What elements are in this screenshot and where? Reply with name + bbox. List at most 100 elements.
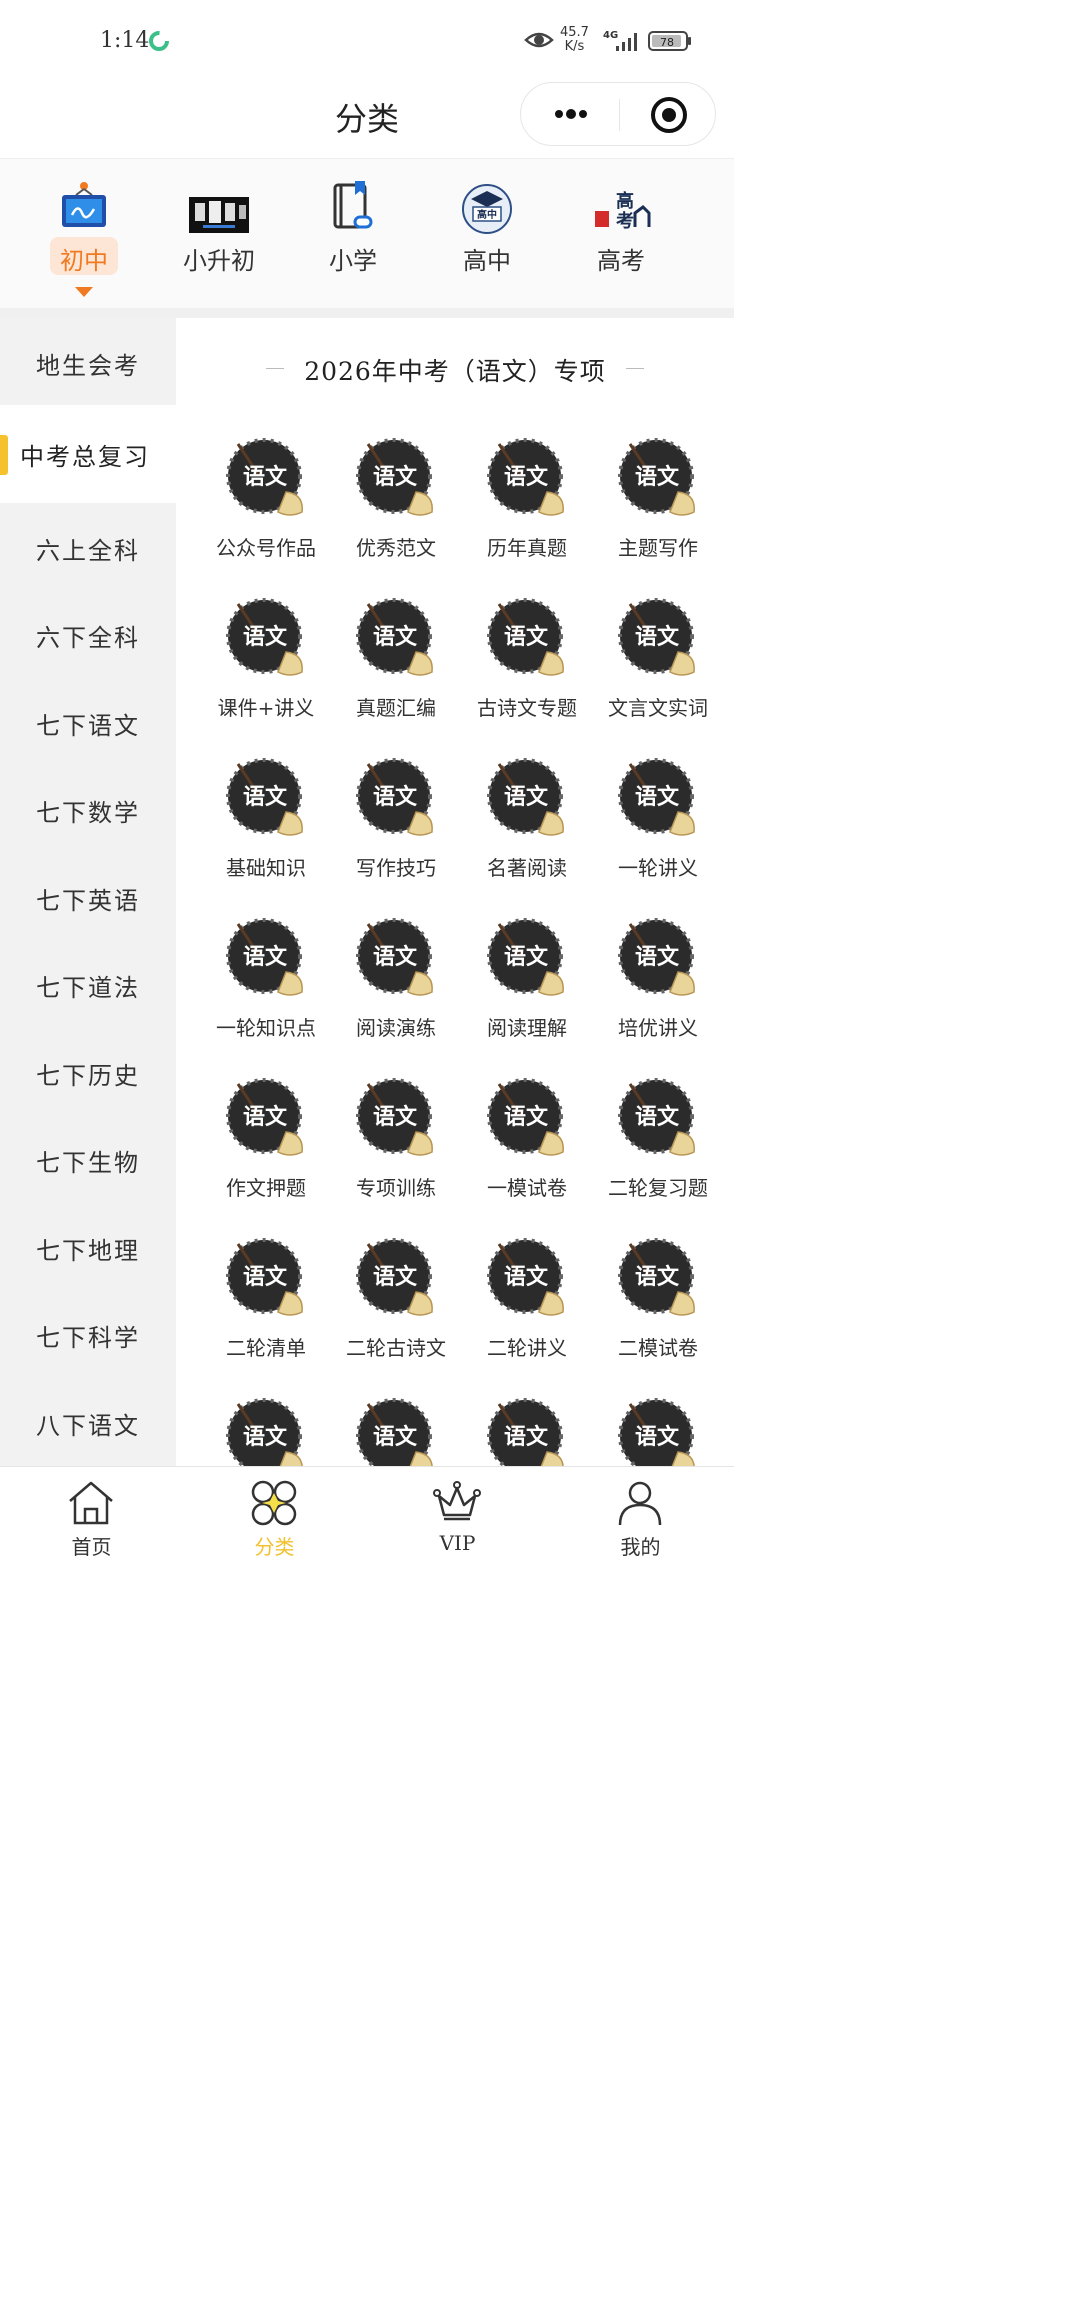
top-category-senior-high[interactable]: 高中 高中 [420, 159, 554, 309]
icon-text: 语文 [635, 624, 680, 650]
sidebar-item-label: 六上全科 [36, 537, 140, 565]
sidebar-item[interactable]: 七下数学 [0, 765, 176, 852]
sidebar-item[interactable]: 八下语文 [0, 1378, 176, 1465]
resource-item[interactable]: 语文 公众号作品 [196, 434, 328, 594]
battery-icon: 78 [648, 31, 691, 51]
resource-item[interactable]: 语文 [588, 1394, 720, 1466]
resource-item-label: 阅读理解 [487, 1016, 567, 1040]
resource-item[interactable]: 语文 培优讲义 [588, 914, 720, 1074]
resource-item[interactable]: 语文 [196, 1394, 328, 1466]
more-icon[interactable] [551, 101, 591, 127]
yuwen-subject-icon: 语文 [487, 918, 564, 996]
sidebar-item[interactable]: 六下全科 [0, 590, 176, 677]
resource-item-label: 一模试卷 [487, 1176, 567, 1200]
top-category-bar: 初中 小升初 小学 高中 高中 高 考 高考 [0, 158, 734, 308]
resource-item-label: 二轮复习题 [608, 1176, 708, 1200]
resource-item[interactable]: 语文 [326, 1394, 458, 1466]
sidebar: 地生会考 中考总复习 六上全科 六下全科 七下语文 七下数学 七下英语 七下道法… [0, 318, 176, 1466]
resource-item[interactable]: 语文 一轮讲义 [588, 754, 720, 914]
sidebar-item[interactable]: 七下道法 [0, 940, 176, 1027]
resource-item[interactable]: 语文 [457, 1394, 589, 1466]
bottom-tab-bar: 首页 分类 VIP 我的 [0, 1466, 734, 1567]
resource-item-label: 阅读演练 [356, 1016, 436, 1040]
sidebar-item[interactable]: 七下历史 [0, 1028, 176, 1115]
top-category-label: 高中 [463, 247, 511, 275]
top-category-primary-to-junior[interactable]: 小升初 [152, 159, 286, 309]
tab-home[interactable]: 首页 [0, 1467, 183, 1568]
speed-value: 45.7 [560, 25, 589, 40]
resource-item-label: 写作技巧 [356, 856, 436, 880]
caret-down-icon [75, 287, 93, 297]
resource-item[interactable]: 语文 专项训练 [326, 1074, 458, 1234]
resource-item-label: 真题汇编 [356, 696, 436, 720]
top-category-label: 小学 [329, 247, 377, 275]
sidebar-item[interactable]: 地生会考 [0, 318, 176, 405]
top-category-junior-high[interactable]: 初中 [17, 159, 151, 309]
tab-label: 首页 [71, 1535, 112, 1559]
resource-item[interactable]: 语文 一模试卷 [457, 1074, 589, 1234]
sidebar-item[interactable]: 七下地理 [0, 1203, 176, 1290]
tab-vip[interactable]: VIP [366, 1467, 549, 1568]
capsule-divider [619, 99, 620, 131]
icon-text: 语文 [373, 1264, 418, 1290]
top-category-primary[interactable]: 小学 [286, 159, 420, 309]
sidebar-item[interactable]: 七下英语 [0, 853, 176, 940]
resource-item[interactable]: 语文 古诗文专题 [457, 594, 589, 754]
resource-item[interactable]: 语文 历年真题 [457, 434, 589, 594]
top-category-label: 小升初 [183, 247, 255, 275]
resource-item[interactable]: 语文 二轮复习题 [588, 1074, 720, 1234]
resource-item[interactable]: 语文 一轮知识点 [196, 914, 328, 1074]
tab-label: 分类 [254, 1535, 295, 1559]
resource-item[interactable]: 语文 基础知识 [196, 754, 328, 914]
resource-item[interactable]: 语文 二轮讲义 [457, 1234, 589, 1394]
yuwen-subject-icon: 语文 [618, 438, 695, 516]
sidebar-item-active[interactable]: 中考总复习 [0, 405, 176, 503]
sidebar-item-label: 七下数学 [36, 799, 140, 827]
resource-item[interactable]: 语文 二轮古诗文 [326, 1234, 458, 1394]
yuwen-subject-icon: 语文 [487, 1398, 564, 1466]
sidebar-item-label: 地生会考 [36, 352, 140, 380]
icon-text: 语文 [373, 944, 418, 970]
resource-item[interactable]: 语文 作文押题 [196, 1074, 328, 1234]
icon-text: 语文 [373, 784, 418, 810]
category-icon [251, 1480, 297, 1526]
tab-mine[interactable]: 我的 [549, 1467, 732, 1568]
icon-text: 语文 [243, 784, 288, 810]
resource-item-label: 二轮清单 [226, 1336, 306, 1360]
resource-item[interactable]: 语文 真题汇编 [326, 594, 458, 754]
resource-item[interactable]: 语文 阅读理解 [457, 914, 589, 1074]
resource-item[interactable]: 语文 二模试卷 [588, 1234, 720, 1394]
resource-item[interactable]: 语文 二轮清单 [196, 1234, 328, 1394]
icon-text: 语文 [504, 464, 549, 490]
resource-item[interactable]: 语文 写作技巧 [326, 754, 458, 914]
icon-text: 语文 [504, 1104, 549, 1130]
section-header: 2026年中考（语文）专项 [176, 348, 734, 388]
sidebar-item[interactable]: 六上全科 [0, 503, 176, 590]
signal-icon [616, 33, 637, 51]
yuwen-subject-icon: 语文 [226, 1238, 303, 1316]
resource-item[interactable]: 语文 主题写作 [588, 434, 720, 594]
yuwen-subject-icon: 语文 [356, 918, 433, 996]
sidebar-item-label: 七下历史 [36, 1062, 140, 1090]
resource-item[interactable]: 语文 优秀范文 [326, 434, 458, 594]
icon-text: 语文 [504, 1264, 549, 1290]
resource-item-label: 名著阅读 [487, 856, 567, 880]
svg-text:高中: 高中 [477, 208, 497, 221]
yuwen-subject-icon: 语文 [487, 758, 564, 836]
sidebar-item[interactable]: 七下语文 [0, 678, 176, 765]
close-target-icon[interactable] [649, 95, 689, 135]
tab-category[interactable]: 分类 [183, 1467, 366, 1568]
yuwen-subject-icon: 语文 [356, 598, 433, 676]
resource-item-label: 公众号作品 [216, 536, 316, 560]
resource-item[interactable]: 语文 课件+讲义 [196, 594, 328, 754]
resource-item[interactable]: 语文 名著阅读 [457, 754, 589, 914]
sidebar-item-label: 七下语文 [36, 712, 140, 740]
sidebar-item-label: 七下道法 [36, 974, 140, 1002]
resource-item[interactable]: 语文 文言文实词 [588, 594, 720, 754]
top-category-gaokao[interactable]: 高 考 高考 [554, 159, 688, 309]
yuwen-subject-icon: 语文 [487, 1238, 564, 1316]
crown-icon [433, 1481, 481, 1521]
sidebar-item[interactable]: 七下生物 [0, 1115, 176, 1202]
resource-item[interactable]: 语文 阅读演练 [326, 914, 458, 1074]
sidebar-item[interactable]: 七下科学 [0, 1290, 176, 1377]
